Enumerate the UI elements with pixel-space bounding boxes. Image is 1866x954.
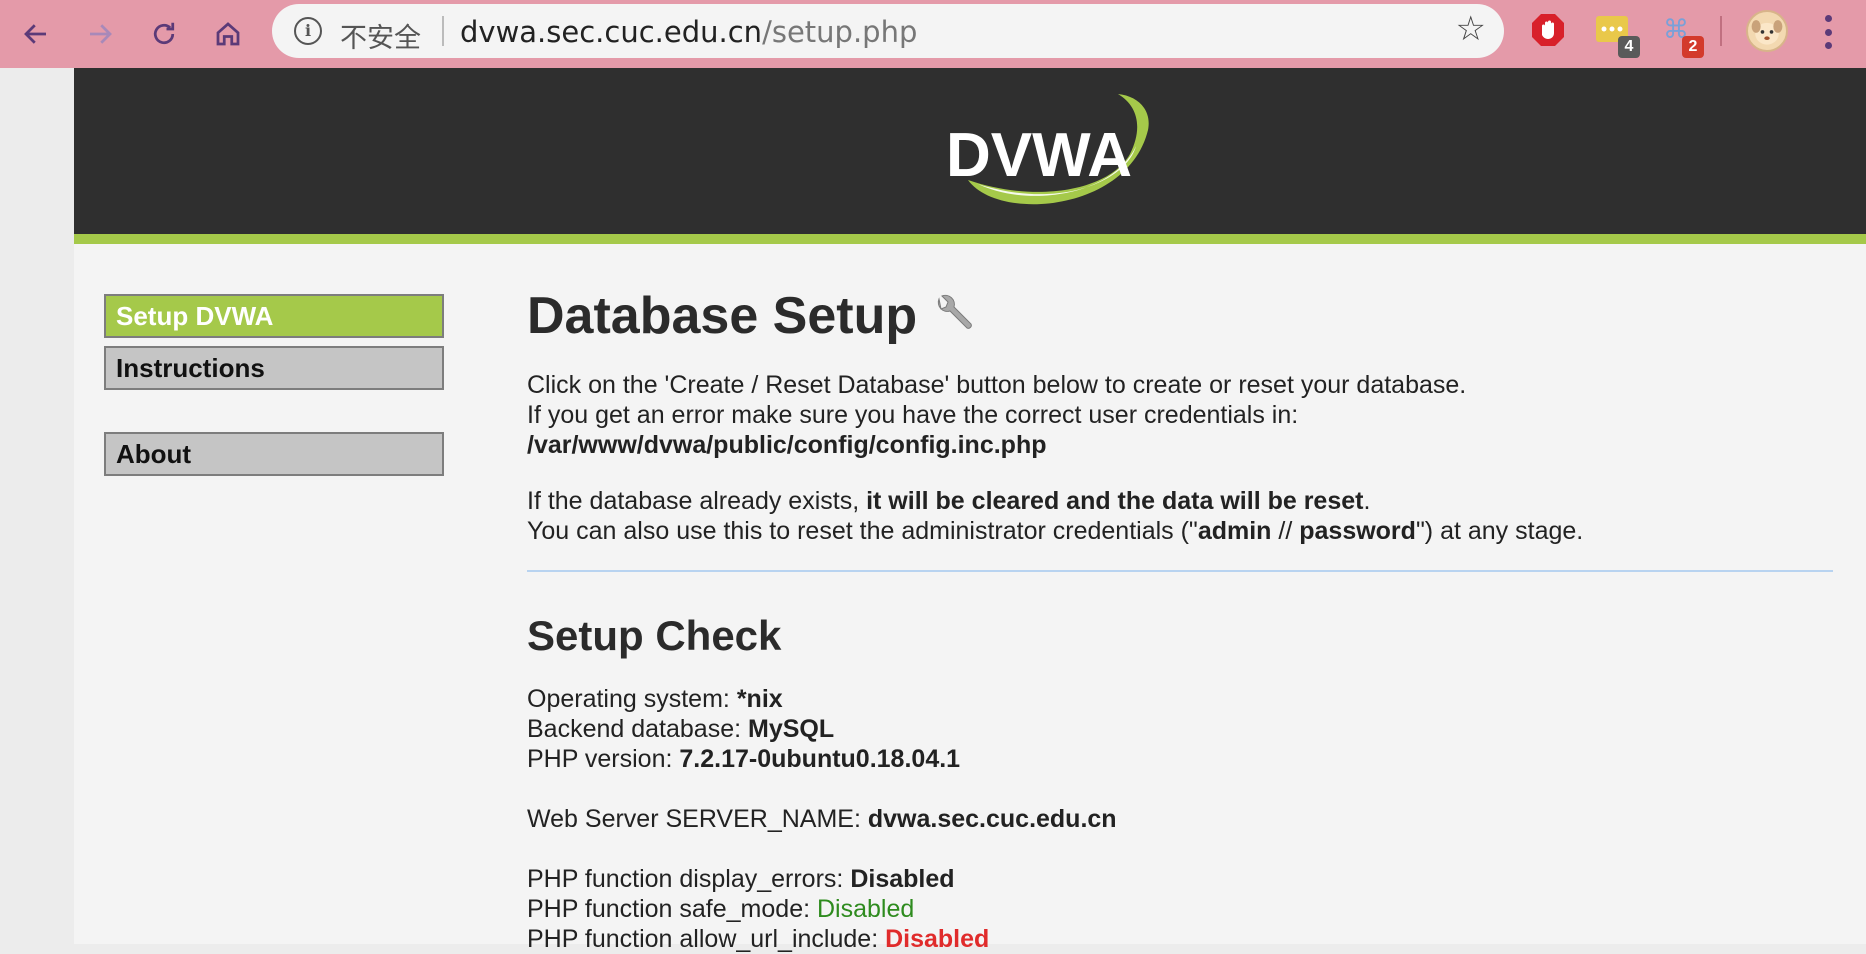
check-safe-mode: PHP function safe_mode: Disabled (527, 894, 1837, 924)
wrench-icon (938, 294, 972, 329)
allow-url-include-label: PHP function allow_url_include: (527, 925, 886, 953)
safe-mode-label: PHP function safe_mode: (527, 895, 817, 923)
display-errors-label: PHP function display_errors: (527, 865, 851, 893)
forward-button[interactable] (76, 10, 124, 58)
reset-separator: // (1271, 517, 1300, 545)
dvwa-header: DVWA (74, 68, 1866, 234)
check-os: Operating system: *nix (527, 684, 1837, 714)
admin-password: password (1299, 517, 1416, 545)
address-divider (442, 16, 444, 46)
adblock-extension[interactable] (1530, 12, 1566, 48)
password-manager-extension[interactable]: 4 (1594, 12, 1640, 58)
shortcut-extension-badge: 2 (1682, 36, 1704, 58)
forward-arrow-icon (90, 24, 112, 44)
check-database: Backend database: MySQL (527, 714, 1837, 744)
admin-username: admin (1197, 517, 1272, 545)
check-allow-url-include: PHP function allow_url_include: Disabled (527, 924, 1837, 954)
header-accent-bar (74, 234, 1866, 244)
db-value: MySQL (748, 715, 835, 743)
adblock-icon (1532, 14, 1564, 46)
security-label[interactable]: 不安全 (340, 16, 421, 55)
intro-line-1: Click on the 'Create / Reset Database' b… (527, 371, 1467, 399)
reload-icon (153, 22, 175, 45)
profile-avatar[interactable] (1746, 10, 1788, 52)
page-viewport: DVWA Setup DVWA Instructions About Datab… (0, 68, 1866, 953)
check-php-version: PHP version: 7.2.17-0ubuntu0.18.04.1 (527, 744, 1837, 774)
exists-notice: If the database already exists, it will … (527, 486, 1837, 516)
address-bar[interactable]: i 不安全 dvwa.sec.cuc.edu.cn/setup.php ☆ (272, 4, 1504, 58)
url-host: dvwa.sec.cuc.edu.cn (460, 15, 763, 49)
config-path: /var/www/dvwa/public/config/config.inc.p… (527, 431, 1047, 459)
server-value: dvwa.sec.cuc.edu.cn (867, 805, 1117, 833)
reset-prefix: You can also use this to reset the admin… (527, 517, 1198, 545)
check-server-name: Web Server SERVER_NAME: dvwa.sec.cuc.edu… (527, 804, 1837, 834)
intro-line-2: If you get an error make sure you have t… (527, 401, 1299, 429)
url-text[interactable]: dvwa.sec.cuc.edu.cn/setup.php (460, 15, 917, 49)
menu-item-instructions[interactable]: Instructions (104, 346, 444, 390)
reset-suffix: ") at any stage. (1415, 517, 1584, 545)
main-content: Database Setup Click on the 'Create / Re… (527, 280, 1837, 954)
php-value: 7.2.17-0ubuntu0.18.04.1 (679, 745, 961, 773)
avatar-face-icon (1751, 20, 1783, 45)
reset-notice: You can also use this to reset the admin… (527, 516, 1837, 546)
display-errors-value: Disabled (850, 865, 955, 893)
logo-text: DVWA (946, 121, 1132, 190)
title-row: Database Setup (527, 280, 1837, 352)
exists-suffix: . (1363, 487, 1371, 515)
allow-url-include-value: Disabled (885, 925, 990, 953)
url-path: /setup.php (762, 15, 918, 49)
home-icon (216, 22, 240, 46)
check-display-errors: PHP function display_errors: Disabled (527, 864, 1837, 894)
toolbar-divider (1720, 16, 1722, 46)
menu-item-about[interactable]: About (104, 432, 444, 476)
menu-item-setup-dvwa[interactable]: Setup DVWA (104, 294, 444, 338)
home-button[interactable] (204, 10, 252, 58)
setup-check-title: Setup Check (527, 612, 782, 659)
back-button[interactable] (12, 10, 60, 58)
safe-mode-value: Disabled (817, 895, 915, 923)
exists-prefix: If the database already exists, (527, 487, 867, 515)
exists-warning: it will be cleared and the data will be … (866, 487, 1364, 515)
reload-button[interactable] (140, 10, 188, 58)
os-value: *nix (736, 685, 783, 713)
os-label: Operating system: (527, 685, 737, 713)
page-title: Database Setup (527, 287, 918, 345)
dvwa-logo[interactable]: DVWA (938, 84, 1158, 214)
back-arrow-icon (24, 24, 46, 44)
php-label: PHP version: (527, 745, 680, 773)
password-manager-badge: 4 (1618, 36, 1640, 58)
server-label: Web Server SERVER_NAME: (527, 805, 868, 833)
db-label: Backend database: (527, 715, 748, 743)
info-icon[interactable]: i (294, 17, 322, 45)
browser-toolbar: i 不安全 dvwa.sec.cuc.edu.cn/setup.php ☆ 4 … (0, 0, 1866, 68)
bookmark-star-icon[interactable]: ☆ (1456, 12, 1486, 46)
shortcut-extension[interactable]: ⌘ 2 (1658, 12, 1704, 58)
browser-menu-button[interactable] (1816, 12, 1840, 52)
